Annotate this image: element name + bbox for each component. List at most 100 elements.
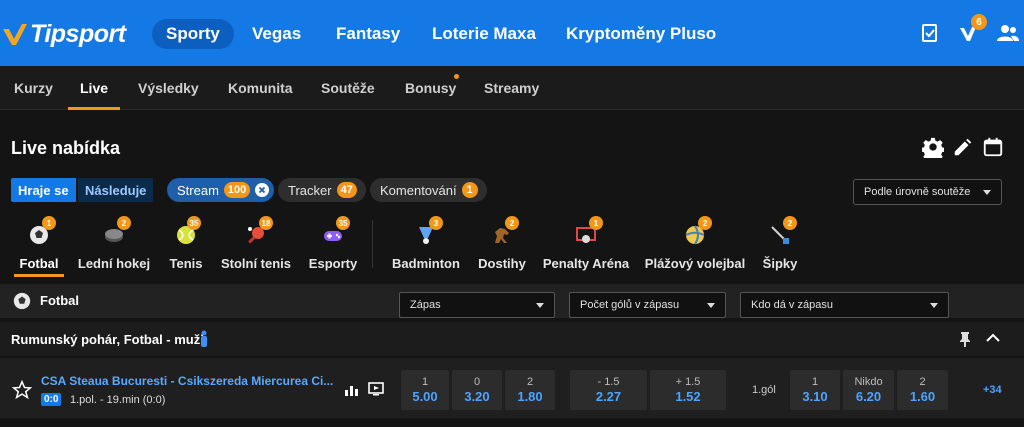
sport-label: Esporty bbox=[308, 256, 358, 271]
odd-value: 3.20 bbox=[464, 388, 490, 404]
subnav-bonusy[interactable]: Bonusy bbox=[405, 66, 456, 110]
toggle-hraje-se[interactable]: Hraje se bbox=[11, 178, 76, 202]
sport-label: Stolní tenis bbox=[220, 256, 292, 271]
match-time: 1.pol. - 19.min (0:0) bbox=[70, 394, 166, 406]
league-header[interactable]: Rumunský pohár, Fotbal - muži bbox=[0, 322, 1024, 356]
subnav-kurzy[interactable]: Kurzy bbox=[14, 66, 53, 110]
penalty-icon: 1 bbox=[575, 216, 603, 246]
dropdown-value: Zápas bbox=[410, 299, 441, 311]
odd-value: 3.10 bbox=[802, 388, 828, 404]
league-name: Rumunský pohár, Fotbal - muži bbox=[11, 332, 204, 347]
sport-count-badge: 2 bbox=[783, 216, 797, 230]
shuttlecock-icon: 3 bbox=[415, 216, 443, 246]
pin-icon[interactable] bbox=[958, 331, 972, 347]
statistics-icon[interactable] bbox=[345, 384, 359, 396]
odd-label: 1 bbox=[811, 375, 819, 388]
bet-slip-icon[interactable]: 6 bbox=[955, 14, 987, 46]
chevron-up-icon[interactable] bbox=[986, 333, 1000, 343]
sport-tab-plazovy-volejbal[interactable]: 2 Plážový volejbal bbox=[645, 216, 745, 276]
table-tennis-icon: 18 bbox=[245, 216, 273, 246]
chip-komentovani-count: 1 bbox=[461, 182, 478, 198]
odd-button[interactable]: - 1.5 2.27 bbox=[570, 370, 647, 410]
sport-tab-stolni-tenis[interactable]: 18 Stolní tenis bbox=[220, 216, 292, 276]
chip-tracker[interactable]: Tracker 47 bbox=[278, 178, 366, 202]
chevron-down-icon bbox=[707, 302, 715, 308]
brand-logo[interactable]: Tipsport bbox=[0, 19, 126, 49]
chip-komentovani[interactable]: Komentování 1 bbox=[370, 178, 487, 202]
market-dropdown-kdo-da[interactable]: Kdo dá v zápasu bbox=[740, 292, 949, 318]
nav-loterie-maxa[interactable]: Loterie Maxa bbox=[432, 19, 536, 49]
calendar-icon[interactable] bbox=[982, 136, 1004, 158]
soccer-ball-icon: 1 bbox=[28, 216, 56, 246]
odd-button[interactable]: 0 3.20 bbox=[452, 370, 502, 410]
sport-label: Lední hokej bbox=[77, 256, 151, 271]
nav-vegas[interactable]: Vegas bbox=[252, 19, 301, 49]
dart-icon: 2 bbox=[769, 216, 797, 246]
bonusy-notification-dot bbox=[454, 74, 459, 79]
ticket-icon[interactable] bbox=[917, 20, 943, 46]
sport-label: Badminton bbox=[392, 256, 460, 271]
sport-tab-tenis[interactable]: 35 Tenis bbox=[166, 216, 206, 276]
sport-tab-esporty[interactable]: 35 Esporty bbox=[308, 216, 358, 276]
odd-button[interactable]: + 1.5 1.52 bbox=[650, 370, 726, 410]
sports-divider bbox=[372, 220, 373, 268]
sport-count-badge: 35 bbox=[187, 216, 201, 230]
odd-value: 2.27 bbox=[595, 388, 622, 404]
odd-label: 2 bbox=[526, 375, 534, 388]
odd-button[interactable]: Nikdo 6.20 bbox=[843, 370, 894, 410]
toggle-nasleduje[interactable]: Následuje bbox=[78, 178, 154, 202]
gamepad-icon: 35 bbox=[322, 216, 350, 246]
nav-fantasy[interactable]: Fantasy bbox=[336, 19, 400, 49]
odd-button[interactable]: 2 1.60 bbox=[897, 370, 948, 410]
hockey-puck-icon: 2 bbox=[103, 216, 131, 246]
sport-tab-badminton[interactable]: 3 Badminton bbox=[391, 216, 461, 276]
bet-slip-count-badge: 6 bbox=[971, 14, 987, 30]
sport-tab-fotbal[interactable]: 1 Fotbal bbox=[12, 216, 66, 276]
odd-value: 6.20 bbox=[855, 388, 882, 404]
competition-level-dropdown[interactable]: Podle úrovně soutěže bbox=[853, 179, 1002, 205]
sport-tab-penalty-arena[interactable]: 1 Penalty Aréna bbox=[542, 216, 630, 276]
market-dropdown-pocet-golu[interactable]: Počet gólů v zápasu bbox=[569, 292, 726, 318]
odd-button[interactable]: 1 3.10 bbox=[790, 370, 840, 410]
subnav-streamy[interactable]: Streamy bbox=[484, 66, 539, 110]
competition-level-value: Podle úrovně soutěže bbox=[864, 186, 971, 198]
odd-label: 0 bbox=[473, 375, 481, 388]
match-teams-link[interactable]: CSA Steaua Bucuresti - Csikszereda Mierc… bbox=[41, 374, 333, 388]
sport-tab-dostihy[interactable]: 2 Dostihy bbox=[477, 216, 527, 276]
odd-value: 1.80 bbox=[517, 388, 543, 404]
odd-label: Nikdo bbox=[854, 375, 883, 388]
subnav-komunita[interactable]: Komunita bbox=[228, 66, 293, 110]
chip-tracker-label: Tracker bbox=[288, 182, 332, 198]
stream-tv-icon[interactable] bbox=[368, 382, 384, 396]
sport-tab-ledni-hokej[interactable]: 2 Lední hokej bbox=[78, 216, 150, 276]
odd-button[interactable]: 2 1.80 bbox=[505, 370, 555, 410]
odd-label: - 1.5 bbox=[597, 375, 620, 388]
sport-count-badge: 1 bbox=[42, 216, 56, 230]
sport-tab-sipky[interactable]: 2 Šipky bbox=[762, 216, 798, 276]
subnav-vysledky[interactable]: Výsledky bbox=[138, 66, 199, 110]
brand-name: Tipsport bbox=[30, 19, 126, 48]
odd-button[interactable]: 1 5.00 bbox=[401, 370, 449, 410]
star-icon[interactable] bbox=[12, 380, 32, 400]
edit-pencil-icon[interactable] bbox=[952, 136, 974, 158]
chip-komentovani-label: Komentování bbox=[380, 182, 457, 198]
tennis-ball-icon: 35 bbox=[175, 216, 201, 246]
section-sport-name: Fotbal bbox=[40, 293, 79, 308]
sport-count-badge: 1 bbox=[589, 216, 603, 230]
odd-label: + 1.5 bbox=[675, 375, 701, 388]
subnav-souteze[interactable]: Soutěže bbox=[321, 66, 375, 110]
close-icon[interactable] bbox=[255, 183, 270, 197]
subnav-live[interactable]: Live bbox=[68, 66, 121, 110]
market-dropdown-zapas[interactable]: Zápas bbox=[399, 292, 555, 318]
nav-kryptomeny-pluso[interactable]: Kryptoměny Pluso bbox=[566, 19, 716, 49]
users-icon[interactable] bbox=[995, 20, 1021, 46]
sport-count-badge: 35 bbox=[336, 216, 350, 230]
chip-stream[interactable]: Stream 100 bbox=[167, 178, 275, 202]
settings-gear-icon[interactable] bbox=[922, 136, 944, 158]
more-markets-link[interactable]: +34 bbox=[983, 384, 1002, 396]
sport-label: Dostihy bbox=[478, 256, 526, 271]
sport-label: Penalty Aréna bbox=[542, 256, 630, 271]
chevron-down-icon bbox=[536, 302, 544, 308]
nav-sporty[interactable]: Sporty bbox=[152, 19, 234, 49]
dropdown-value: Kdo dá v zápasu bbox=[751, 299, 833, 311]
